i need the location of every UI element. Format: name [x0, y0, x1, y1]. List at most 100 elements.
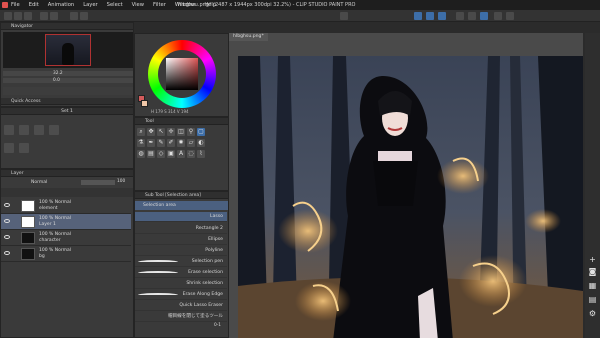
artwork-canvas[interactable]	[238, 56, 583, 338]
eraser-icon[interactable]: ▱	[187, 139, 195, 147]
menu-file[interactable]: File	[11, 2, 20, 8]
new-file-icon[interactable]	[4, 12, 12, 20]
open-file-icon[interactable]	[14, 12, 22, 20]
stroke-preview	[138, 260, 178, 264]
grid-icon[interactable]	[506, 12, 514, 20]
airbrush-icon[interactable]: ✸	[177, 139, 185, 147]
eye-icon[interactable]	[4, 251, 10, 255]
layer-blend: 100 % Normal	[39, 232, 72, 237]
rotation-slider[interactable]: 0.0	[3, 78, 133, 83]
saturation-square[interactable]	[166, 58, 198, 90]
illustration	[238, 56, 583, 338]
subtool-lasso[interactable]: Lasso	[135, 212, 227, 222]
eye-icon[interactable]	[4, 219, 10, 223]
flip-icon[interactable]	[19, 143, 29, 153]
subtool-shrink-selection[interactable]: Shrink selection	[135, 279, 227, 289]
layer-row[interactable]: 100 % Normal character	[1, 230, 131, 246]
view-icon[interactable]	[468, 12, 476, 20]
menu-select[interactable]: Select	[107, 2, 123, 8]
save-icon[interactable]	[24, 12, 32, 20]
menu-animation[interactable]: Animation	[48, 2, 74, 8]
opacity-slider[interactable]	[81, 180, 115, 185]
clear-icon[interactable]	[70, 12, 78, 20]
layer-blend: 100 % Normal	[39, 248, 72, 253]
select-layer-icon[interactable]: ◫	[177, 128, 185, 136]
zoom-icon[interactable]: ⌕	[137, 128, 145, 136]
brush-icon[interactable]: ✐	[167, 139, 175, 147]
quick-access-header: Quick Access	[1, 98, 133, 105]
eye-icon[interactable]	[4, 235, 10, 239]
snap-icon[interactable]	[340, 12, 348, 20]
figure-icon[interactable]: ◇	[157, 150, 165, 158]
snap-ruler-icon[interactable]	[414, 12, 422, 20]
subtool-erase-selection[interactable]: Erase selection	[135, 268, 227, 278]
menu-edit[interactable]: Edit	[29, 2, 39, 8]
selection-area-icon[interactable]: ▢	[197, 128, 205, 136]
text-icon[interactable]: A	[177, 150, 185, 158]
color-mode-icon[interactable]	[456, 12, 464, 20]
correct-line-icon[interactable]: ⌇	[197, 150, 205, 158]
eyedropper-icon[interactable]: ⚗	[137, 139, 145, 147]
menu-view[interactable]: View	[132, 2, 144, 8]
command-bar	[0, 10, 600, 22]
subtool-erase-along-edge[interactable]: Erase Along Edge	[135, 290, 227, 300]
fill-icon[interactable]	[80, 12, 88, 20]
layer-row[interactable]: 100 % Normal bg	[1, 246, 131, 262]
fill-tool-icon[interactable]: ◍	[137, 150, 145, 158]
navigator-thumbnail	[45, 34, 91, 66]
image-icon[interactable]: ▦	[588, 281, 597, 290]
frame-icon[interactable]: ▣	[167, 150, 175, 158]
blend-icon[interactable]: ◐	[197, 139, 205, 147]
subtool-group[interactable]: Selection area	[135, 201, 228, 210]
copy-icon[interactable]	[34, 125, 44, 135]
move-layer-icon[interactable]: ✢	[167, 128, 175, 136]
sub-color-swatch[interactable]	[141, 100, 148, 107]
paste-icon[interactable]	[49, 125, 59, 135]
eye-icon[interactable]	[4, 203, 10, 207]
zoom-slider[interactable]: 32.2	[3, 71, 133, 76]
operation-icon[interactable]: ↖	[157, 128, 165, 136]
add-icon[interactable]: +	[588, 255, 597, 264]
canvas-area[interactable]	[229, 33, 583, 338]
set-header: Set 1	[1, 108, 133, 115]
stroke-preview	[138, 271, 178, 275]
menu-layer[interactable]: Layer	[83, 2, 97, 8]
subtool-polyline[interactable]: Polyline	[135, 246, 227, 256]
canvas-tab[interactable]: hlbghsu.png*	[229, 33, 268, 41]
redo-icon[interactable]	[50, 12, 58, 20]
camera-icon[interactable]: ◙	[588, 267, 597, 276]
subtool-ellipse[interactable]: Ellipse	[135, 235, 227, 245]
blend-mode-select[interactable]: Normal	[31, 179, 47, 186]
scissors-icon[interactable]	[19, 125, 29, 135]
layer-thumbnail	[21, 248, 35, 260]
film-icon[interactable]: ▤	[588, 295, 597, 304]
subtool-header: Sub Tool [Selection area]	[135, 192, 228, 199]
layer-row[interactable]: 100 % Normal element	[1, 198, 131, 214]
gradient-icon[interactable]: ▤	[147, 150, 155, 158]
subtool-selection-pen[interactable]: Selection pen	[135, 257, 227, 267]
layer-icon[interactable]	[494, 12, 502, 20]
undo-icon[interactable]	[40, 12, 48, 20]
color-values: H 179 S 314 V 194	[151, 109, 189, 114]
snap-special-ruler-icon[interactable]	[426, 12, 434, 20]
snap-grid-icon[interactable]	[438, 12, 446, 20]
tool-header: Tool	[135, 118, 228, 125]
selection-icon[interactable]	[4, 125, 14, 135]
layer-row-selected[interactable]: 100 % Normal Layer 1	[1, 214, 131, 230]
subtool-quick-lasso-eraser[interactable]: Quick Lasso Eraser	[135, 301, 227, 311]
move-icon[interactable]: ✥	[147, 128, 155, 136]
balloon-icon[interactable]: ◌	[187, 150, 195, 158]
settings-gear-icon[interactable]: ⚙	[588, 309, 597, 318]
subtool-rectangle[interactable]: Rectangle 2	[135, 224, 227, 234]
navigator-preview[interactable]	[3, 32, 133, 68]
pencil-icon[interactable]: ✎	[157, 139, 165, 147]
pen-icon[interactable]: ✒	[147, 139, 155, 147]
auto-select-icon[interactable]: ⚲	[187, 128, 195, 136]
show-ruler-icon[interactable]	[480, 12, 488, 20]
color-wheel[interactable]	[148, 40, 216, 108]
transform-icon[interactable]	[4, 143, 14, 153]
layer-name: character	[39, 237, 61, 243]
menu-filter[interactable]: Filter	[153, 2, 166, 8]
subtool-close-fill[interactable]: 帽目線を閉じて塗るツール	[135, 312, 227, 322]
layer-blend: 100 % Normal	[39, 200, 72, 205]
